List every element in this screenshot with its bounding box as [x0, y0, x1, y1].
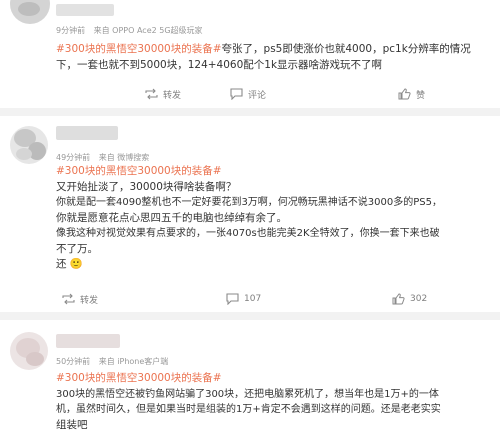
repost-label: 转发	[80, 295, 99, 306]
thumbs-up-icon	[398, 88, 411, 100]
avatar[interactable]	[10, 126, 48, 164]
comment-icon	[230, 88, 243, 100]
post-body: #300块的黑悟空30000块的装备#夸张了，ps5即使涨价也就4000，pc1…	[56, 42, 492, 73]
post-text-line: 还 🙂	[56, 258, 83, 270]
topic-tag[interactable]: #300块的黑悟空30000块的装备#	[56, 43, 222, 55]
avatar[interactable]	[10, 332, 48, 370]
post-2: 49分钟前 来自 微博搜索 #300块的黑悟空30000块的装备# 又开始扯淡了…	[0, 116, 500, 314]
action-bar: 转发 评论 赞	[0, 82, 500, 106]
post-source: 来自 微博搜索	[98, 153, 150, 162]
post-divider	[0, 108, 500, 116]
like-label: 赞	[416, 90, 426, 101]
repost-icon	[145, 88, 158, 100]
repost-button[interactable]: 转发	[145, 82, 181, 106]
username[interactable]	[56, 126, 118, 140]
action-bar: 转发 107 302	[0, 287, 500, 311]
post-text-line: 不了万。	[56, 242, 98, 255]
post-source: 来自 OPPO Ace2 5G超级玩家	[93, 26, 203, 35]
comment-button[interactable]: 107	[226, 287, 261, 311]
post-text-line: 你就是配一套4090整机也不一定好要花到3万啊，何况畅玩黑神话不说3000多的P…	[56, 197, 443, 208]
repost-button[interactable]: 转发	[62, 287, 98, 311]
comment-button[interactable]: 评论	[230, 82, 266, 106]
comment-icon	[226, 293, 239, 305]
post-1: 9分钟前 来自 OPPO Ace2 5G超级玩家 #300块的黑悟空30000块…	[0, 0, 500, 110]
post-divider	[0, 312, 500, 320]
topic-tag[interactable]: #300块的黑悟空30000块的装备#	[56, 371, 496, 387]
post-text-line: 像我这种对视觉效果有点要求的，一张4070s也能完美2K全特效了，你换一套下来也…	[56, 228, 440, 239]
post-text-line: 又开始扯淡了，30000块得啥装备啊？	[56, 180, 237, 193]
post-meta: 9分钟前 来自 OPPO Ace2 5G超级玩家	[56, 25, 209, 37]
post-text-line: 机，虽然时间久，但是如果当时是组装的1万+肯定不会遇到这样的问题。还是老老实实	[56, 404, 441, 415]
topic-tag[interactable]: #300块的黑悟空30000块的装备#	[56, 164, 496, 180]
post-text-line: 你就是愿意花点心思四五千的电脑也绰绰有余了。	[56, 211, 287, 224]
post-text-line: 夸张了，ps5即使涨价也就4000，pc1k分辨率的情况	[221, 43, 471, 55]
post-body: #300块的黑悟空30000块的装备# 300块的黑悟空还被钓鱼网站骗了300块…	[56, 371, 496, 433]
like-count: 302	[410, 294, 428, 304]
post-time: 50分钟前	[56, 357, 91, 366]
like-button[interactable]: 302	[392, 287, 427, 311]
username[interactable]	[56, 334, 120, 348]
avatar[interactable]	[10, 0, 50, 24]
post-time: 9分钟前	[56, 26, 86, 35]
username[interactable]	[56, 4, 114, 16]
like-button[interactable]: 赞	[398, 82, 425, 106]
post-source: 来自 iPhone客户端	[98, 357, 169, 366]
post-text-line: 下，一套也就不到5000块，124+4060配个1k显示器啥游戏玩不了啊	[56, 58, 383, 71]
post-meta: 49分钟前 来自 微博搜索	[56, 152, 155, 164]
post-meta: 50分钟前 来自 iPhone客户端	[56, 356, 174, 368]
repost-icon	[62, 293, 75, 305]
post-body: #300块的黑悟空30000块的装备# 又开始扯淡了，30000块得啥装备啊？ …	[56, 164, 496, 273]
comment-count: 107	[244, 294, 262, 304]
post-text-line: 300块的黑悟空还被钓鱼网站骗了300块，还把电脑累死机了，想当年也是1万+的一…	[56, 388, 439, 400]
comment-label: 评论	[248, 90, 267, 101]
post-3: 50分钟前 来自 iPhone客户端 #300块的黑悟空30000块的装备# 3…	[0, 320, 500, 440]
repost-label: 转发	[163, 90, 182, 101]
thumbs-up-icon	[392, 293, 405, 305]
post-text-line: 组装吧	[56, 418, 88, 431]
post-time: 49分钟前	[56, 153, 91, 162]
